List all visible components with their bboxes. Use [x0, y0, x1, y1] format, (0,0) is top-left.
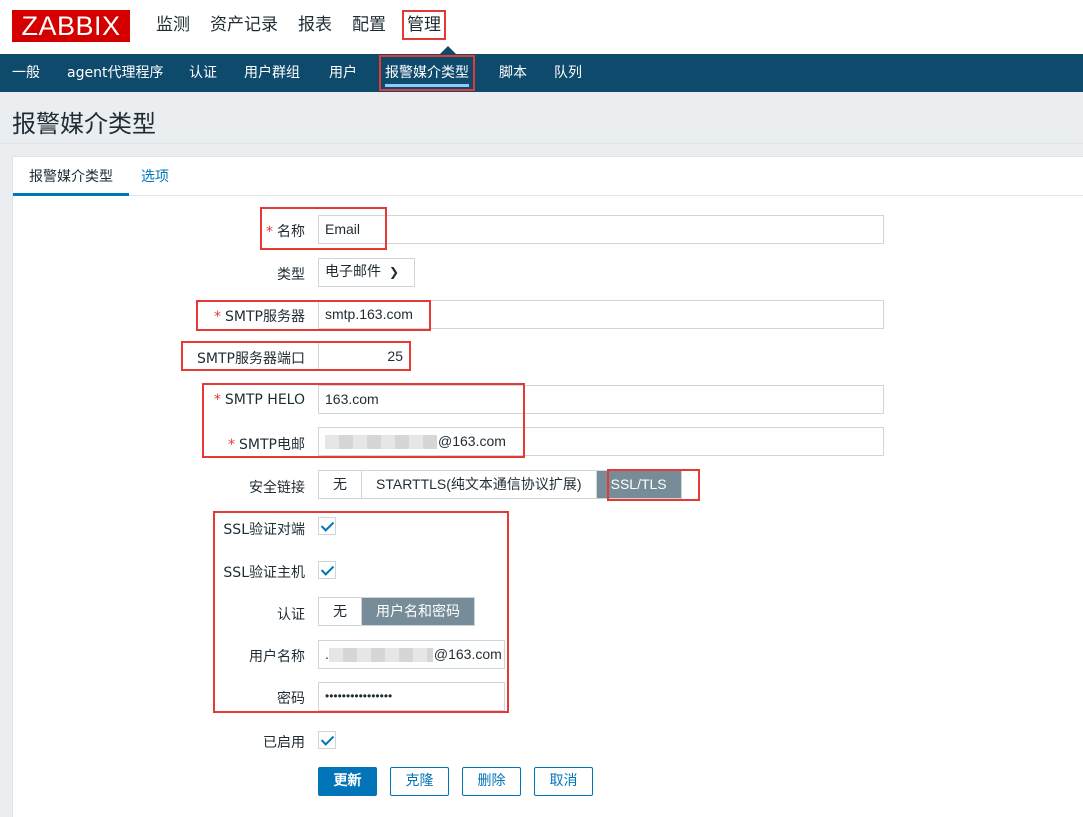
- smtp-helo-input[interactable]: 163.com: [318, 385, 884, 414]
- smtp-email-label: * SMTP电邮: [228, 437, 305, 453]
- type-select-value: 电子邮件: [325, 264, 381, 280]
- password-input[interactable]: ••••••••••••••••: [318, 682, 505, 711]
- delete-button[interactable]: 删除: [462, 767, 521, 796]
- clone-button[interactable]: 克隆: [390, 767, 449, 796]
- cancel-button[interactable]: 取消: [534, 767, 593, 796]
- menu-reports[interactable]: 报表: [288, 10, 342, 40]
- smtp-server-label: * SMTP服务器: [214, 309, 305, 325]
- smtp-port-input[interactable]: 25: [318, 342, 410, 371]
- authentication-label: 认证: [277, 607, 305, 623]
- tab-media-type[interactable]: 报警媒介类型: [13, 157, 129, 196]
- page-title: 报警媒介类型: [12, 110, 156, 138]
- username-label: 用户名称: [249, 649, 305, 665]
- tab-bar: 报警媒介类型 选项: [13, 157, 1083, 196]
- type-select[interactable]: 电子邮件 ❯: [318, 258, 415, 287]
- ssl-verify-host-checkbox[interactable]: [318, 561, 336, 579]
- type-label: 类型: [277, 267, 305, 283]
- subnav-users[interactable]: 用户: [329, 54, 357, 92]
- smtp-helo-label: * SMTP HELO: [213, 392, 305, 408]
- auth-none-option[interactable]: 无: [319, 598, 362, 625]
- active-menu-caret: [440, 46, 456, 54]
- authentication-segmented: 无 用户名和密码: [318, 597, 475, 626]
- subnav-user-groups[interactable]: 用户群组: [244, 54, 300, 92]
- subnav-proxies[interactable]: agent代理程序: [67, 54, 163, 92]
- ssl-verify-host-label: SSL验证主机: [223, 565, 305, 581]
- main-menu: 监测 资产记录 报表 配置 管理: [146, 10, 446, 42]
- security-starttls-option[interactable]: STARTTLS(纯文本通信协议扩展): [362, 471, 597, 498]
- zabbix-logo[interactable]: ZABBIX: [12, 10, 130, 42]
- required-mark: *: [266, 224, 273, 240]
- menu-inventory[interactable]: 资产记录: [200, 10, 288, 40]
- ssl-verify-peer-checkbox[interactable]: [318, 517, 336, 535]
- title-divider: [0, 143, 1083, 144]
- subnav-authentication[interactable]: 认证: [189, 54, 217, 92]
- subnav-media-types[interactable]: 报警媒介类型: [379, 55, 475, 91]
- ssl-verify-peer-label: SSL验证对端: [223, 522, 305, 538]
- enabled-label: 已启用: [263, 735, 305, 751]
- tab-options[interactable]: 选项: [141, 157, 169, 196]
- name-input[interactable]: Email: [318, 215, 884, 244]
- smtp-email-input[interactable]: @163.com: [318, 427, 884, 456]
- sub-navigation: 一般 agent代理程序 认证 用户群组 用户 报警媒介类型 脚本 队列: [0, 54, 1083, 92]
- smtp-port-label: SMTP服务器端口: [197, 351, 305, 367]
- connection-security-segmented: 无 STARTTLS(纯文本通信协议扩展) SSL/TLS: [318, 470, 682, 499]
- menu-configuration[interactable]: 配置: [342, 10, 396, 40]
- security-ssl-tls-option[interactable]: SSL/TLS: [596, 471, 681, 498]
- chevron-down-icon: ❯: [389, 265, 400, 279]
- enabled-checkbox[interactable]: [318, 731, 336, 749]
- subnav-general[interactable]: 一般: [12, 54, 40, 92]
- connection-security-label: 安全链接: [249, 480, 305, 496]
- redacted-text: [325, 435, 437, 450]
- name-label: * 名称: [266, 224, 305, 240]
- subnav-scripts[interactable]: 脚本: [499, 54, 527, 92]
- security-none-option[interactable]: 无: [319, 471, 362, 498]
- smtp-server-input[interactable]: smtp.163.com: [318, 300, 884, 329]
- password-label: 密码: [277, 691, 305, 707]
- update-button[interactable]: 更新: [318, 767, 377, 796]
- redacted-text: [328, 648, 433, 663]
- top-header: ZABBIX 监测 资产记录 报表 配置 管理: [0, 0, 1083, 54]
- menu-monitoring[interactable]: 监测: [146, 10, 200, 40]
- username-input[interactable]: . @163.com: [318, 640, 505, 669]
- auth-username-password-option[interactable]: 用户名和密码: [362, 598, 474, 625]
- menu-administration[interactable]: 管理: [402, 10, 446, 40]
- subnav-queue[interactable]: 队列: [554, 54, 582, 92]
